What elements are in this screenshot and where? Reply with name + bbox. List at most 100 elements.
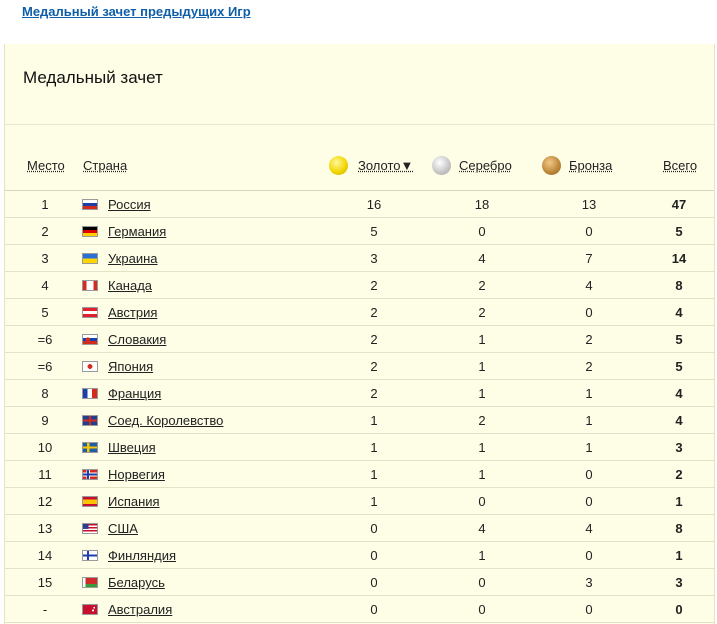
country-link[interactable]: Испания <box>108 494 160 509</box>
gold-count: 16 <box>366 197 382 212</box>
bronze-count: 0 <box>585 602 593 617</box>
total-count: 1 <box>675 548 683 563</box>
table-row: 13 США 0 4 4 8 <box>5 515 714 542</box>
bronze-count: 2 <box>585 359 593 374</box>
table-row: 1 Россия 16 18 13 47 <box>5 191 714 218</box>
total-count: 3 <box>675 440 683 455</box>
country-link[interactable]: Германия <box>108 224 166 239</box>
france-flag-icon <box>82 388 98 399</box>
usa-flag-icon <box>82 523 98 534</box>
table-row: 11 Норвегия 1 1 0 2 <box>5 461 714 488</box>
silver-count: 1 <box>478 467 486 482</box>
silver-count: 2 <box>478 413 486 428</box>
silver-count: 18 <box>474 197 490 212</box>
country-link[interactable]: Австрия <box>108 305 157 320</box>
gold-count: 1 <box>370 440 378 455</box>
rank-cell: 2 <box>41 224 49 239</box>
header-country[interactable]: Страна <box>83 158 127 173</box>
top-link-bar: Медальный зачет предыдущих Игр <box>0 0 717 44</box>
silver-count: 1 <box>478 440 486 455</box>
ukraine-flag-icon <box>82 253 98 264</box>
table-row: 14 Финляндия 0 1 0 1 <box>5 542 714 569</box>
rank-cell: 14 <box>37 548 53 563</box>
country-link[interactable]: Соед. Королевство <box>108 413 223 428</box>
divider <box>5 124 714 125</box>
bronze-count: 0 <box>585 548 593 563</box>
gold-count: 2 <box>370 332 378 347</box>
rank-cell: 13 <box>37 521 53 536</box>
total-count: 4 <box>675 413 683 428</box>
total-count: 8 <box>675 278 683 293</box>
australia-flag-icon <box>82 604 98 615</box>
rank-cell: 3 <box>41 251 49 266</box>
total-count: 5 <box>675 332 683 347</box>
table-row: 9 Соед. Королевство 1 2 1 4 <box>5 407 714 434</box>
rank-cell: 4 <box>41 278 49 293</box>
silver-count: 1 <box>478 332 486 347</box>
country-link[interactable]: Австралия <box>108 602 172 617</box>
silver-count: 2 <box>478 305 486 320</box>
header-gold[interactable]: Золото▼ <box>358 158 413 173</box>
silver-count: 1 <box>478 548 486 563</box>
country-link[interactable]: Швеция <box>108 440 156 455</box>
germany-flag-icon <box>82 226 98 237</box>
austria-flag-icon <box>82 307 98 318</box>
silver-count: 4 <box>478 251 486 266</box>
table-row: =6 Япония 2 1 2 5 <box>5 353 714 380</box>
bronze-count: 0 <box>585 494 593 509</box>
japan-flag-icon <box>82 361 98 372</box>
table-row: 10 Швеция 1 1 1 3 <box>5 434 714 461</box>
total-count: 4 <box>675 386 683 401</box>
country-link[interactable]: Франция <box>108 386 161 401</box>
spain-flag-icon <box>82 496 98 507</box>
total-count: 14 <box>671 251 687 266</box>
rank-cell: 5 <box>41 305 49 320</box>
bronze-count: 1 <box>585 386 593 401</box>
table-row: 4 Канада 2 2 4 8 <box>5 272 714 299</box>
rank-cell: 8 <box>41 386 49 401</box>
country-link[interactable]: Финляндия <box>108 548 176 563</box>
total-count: 3 <box>675 575 683 590</box>
header-total[interactable]: Всего <box>663 158 697 173</box>
country-link[interactable]: Украина <box>108 251 158 266</box>
gold-count: 1 <box>370 494 378 509</box>
gold-count: 2 <box>370 278 378 293</box>
bronze-count: 7 <box>585 251 593 266</box>
country-link[interactable]: Россия <box>108 197 151 212</box>
silver-count: 1 <box>478 386 486 401</box>
silver-count: 1 <box>478 359 486 374</box>
total-count: 0 <box>675 602 683 617</box>
silver-medal-icon <box>432 156 451 175</box>
table-row: 15 Беларусь 0 0 3 3 <box>5 569 714 596</box>
country-link[interactable]: Канада <box>108 278 152 293</box>
silver-count: 0 <box>478 224 486 239</box>
gold-count: 0 <box>370 521 378 536</box>
total-count: 1 <box>675 494 683 509</box>
country-link[interactable]: Норвегия <box>108 467 165 482</box>
canada-flag-icon <box>82 280 98 291</box>
gold-count: 0 <box>370 548 378 563</box>
total-count: 47 <box>671 197 687 212</box>
header-rank[interactable]: Место <box>27 158 65 173</box>
gold-count: 1 <box>370 467 378 482</box>
slovakia-flag-icon <box>82 334 98 345</box>
rank-cell: - <box>42 602 48 617</box>
gold-count: 0 <box>370 602 378 617</box>
header-silver[interactable]: Серебро <box>459 158 512 173</box>
previous-games-medal-link[interactable]: Медальный зачет предыдущих Игр <box>22 4 251 19</box>
bronze-count: 1 <box>585 413 593 428</box>
bronze-count: 0 <box>585 224 593 239</box>
rank-cell: =6 <box>37 359 53 374</box>
country-link[interactable]: США <box>108 521 138 536</box>
total-count: 5 <box>675 224 683 239</box>
bronze-count: 4 <box>585 521 593 536</box>
country-link[interactable]: Беларусь <box>108 575 165 590</box>
table-header: Место Страна Золото▼ Серебро Бронза Всег… <box>5 146 714 191</box>
sweden-flag-icon <box>82 442 98 453</box>
bronze-count: 3 <box>585 575 593 590</box>
country-link[interactable]: Япония <box>108 359 153 374</box>
header-bronze[interactable]: Бронза <box>569 158 612 173</box>
total-count: 5 <box>675 359 683 374</box>
country-link[interactable]: Словакия <box>108 332 166 347</box>
gold-count: 1 <box>370 413 378 428</box>
